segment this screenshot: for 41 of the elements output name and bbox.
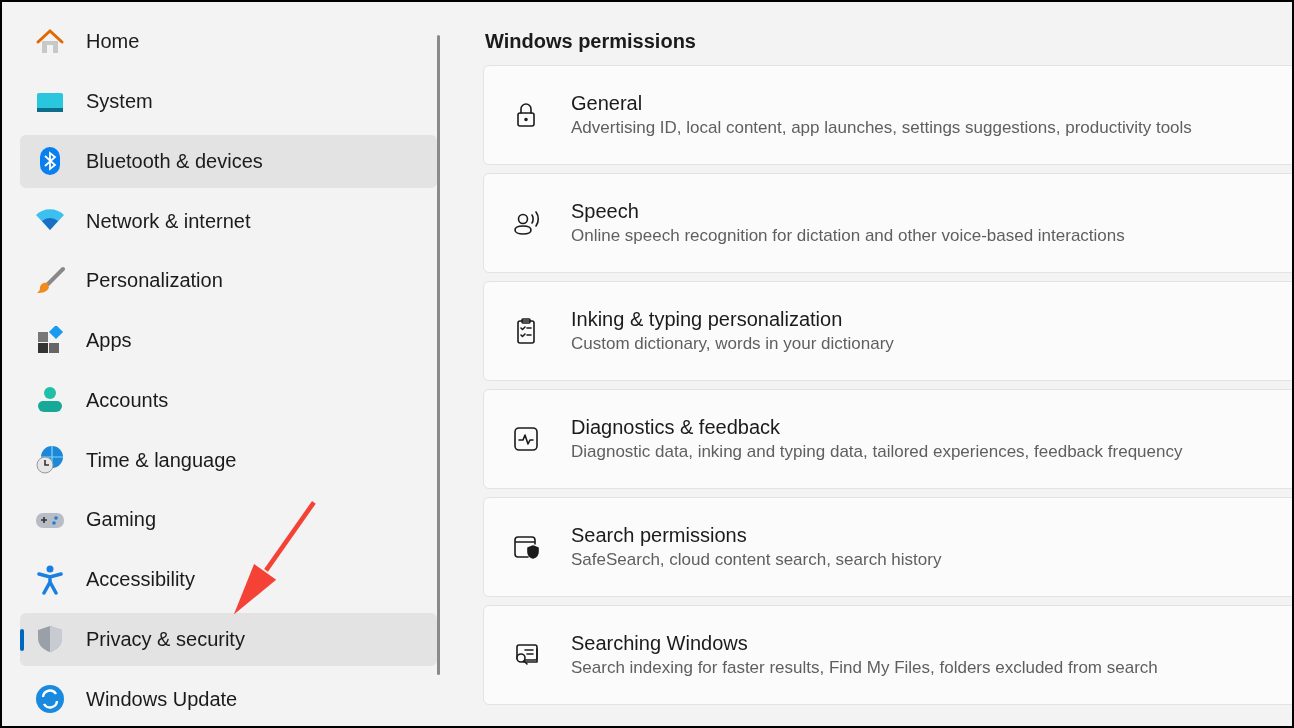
pulse-icon bbox=[511, 424, 541, 454]
sidebar-item[interactable]: Bluetooth & devices bbox=[20, 134, 437, 189]
card-description: Online speech recognition for dictation and other voice-based interactions bbox=[571, 226, 1125, 246]
sidebar-item[interactable]: Network & internet bbox=[20, 194, 437, 248]
apps-icon bbox=[35, 325, 65, 356]
paintbrush-icon bbox=[35, 265, 65, 296]
scrollbar[interactable] bbox=[437, 35, 440, 675]
settings-card[interactable]: Diagnostics & feedback Diagnostic data, inking and typing data, tailored experiences, feedback frequency bbox=[483, 389, 1292, 489]
card-title: Searching Windows bbox=[571, 632, 749, 655]
accessibility-icon bbox=[35, 564, 65, 595]
sidebar-item[interactable]: Accessibility bbox=[20, 552, 437, 607]
card-title: Diagnostics & feedback bbox=[571, 416, 781, 439]
settings-card[interactable]: Speech Online speech recognition for dictation and other voice-based interactions bbox=[483, 173, 1292, 273]
sidebar-item[interactable]: Gaming bbox=[20, 493, 437, 547]
settings-card[interactable]: Inking & typing personalization Custom dictionary, words in your dictionary bbox=[483, 281, 1292, 381]
settings-card[interactable]: Searching Windows Search indexing for faster results, Find My Files, folders excluded from search bbox=[483, 605, 1292, 705]
card-description: Search indexing for faster results, Find My Files, folders excluded from search bbox=[571, 658, 1158, 678]
sync-icon bbox=[35, 684, 65, 715]
settings-card[interactable]: Search permissions SafeSearch, cloud content search, search history bbox=[483, 497, 1292, 597]
card-description: Custom dictionary, words in your dictionary bbox=[571, 334, 894, 354]
card-description: SafeSearch, cloud content search, search history bbox=[571, 550, 942, 570]
sidebar-item[interactable]: Privacy & security bbox=[20, 612, 437, 667]
card-title: General bbox=[571, 92, 644, 115]
sidebar-item[interactable]: Personalization bbox=[20, 254, 437, 308]
selection-indicator bbox=[20, 628, 24, 651]
card-description: Diagnostic data, inking and typing data, tailored experiences, feedback frequency bbox=[571, 442, 1183, 462]
sidebar-item[interactable]: Apps bbox=[20, 313, 437, 368]
card-title: Speech bbox=[571, 200, 640, 223]
shield-icon bbox=[35, 624, 65, 655]
card-description: Advertising ID, local content, app launches, settings suggestions, productivity tools bbox=[571, 118, 1192, 138]
card-title: Inking & typing personalization bbox=[571, 308, 844, 331]
settings-card[interactable]: General Advertising ID, local content, app launches, settings suggestions, productivity tools bbox=[483, 65, 1292, 165]
sidebar-item[interactable]: Home bbox=[20, 15, 437, 69]
section-heading: Windows permissions bbox=[485, 30, 697, 53]
sidebar-item[interactable]: Windows Update bbox=[20, 672, 437, 726]
sidebar-item[interactable]: Accounts bbox=[20, 373, 437, 428]
speaking-person-icon bbox=[511, 208, 541, 238]
card-title: Search permissions bbox=[571, 524, 748, 547]
sidebar-item[interactable]: System bbox=[20, 74, 437, 129]
sidebar-item[interactable]: Time & language bbox=[20, 433, 437, 487]
globe-clock-icon bbox=[35, 445, 65, 476]
